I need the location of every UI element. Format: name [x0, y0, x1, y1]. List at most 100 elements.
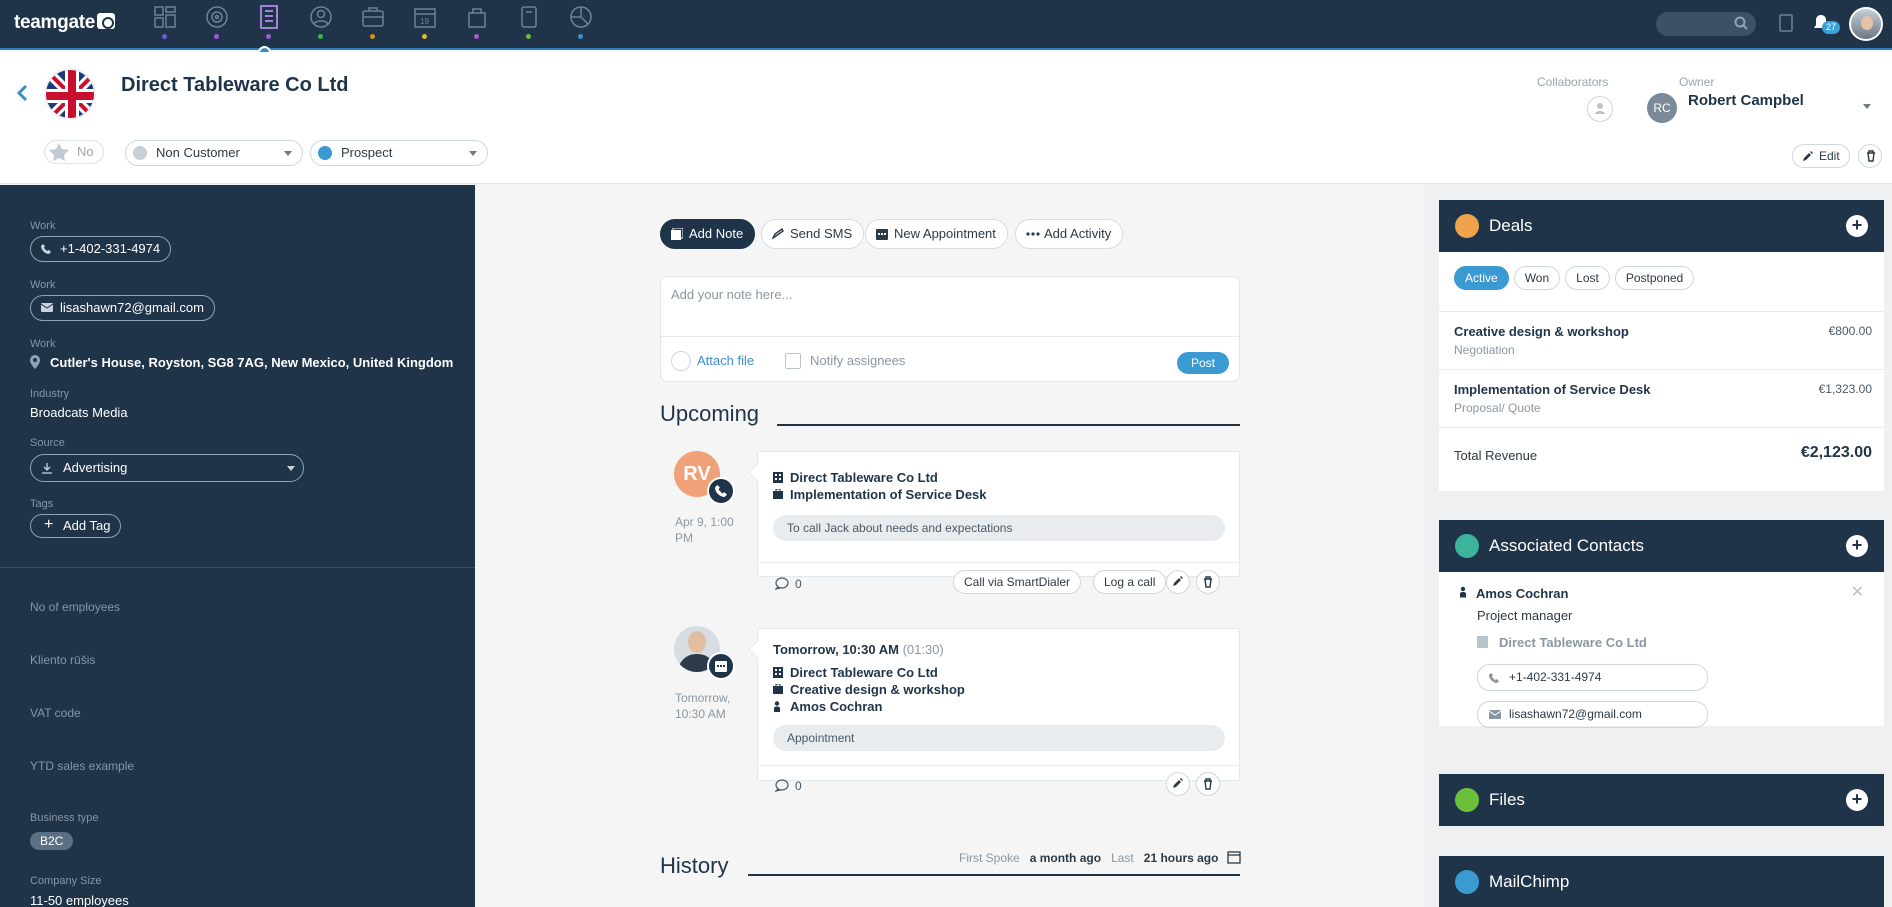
- activity-deal-link[interactable]: Implementation of Service Desk: [773, 487, 987, 502]
- email-field[interactable]: lisashawn72@gmail.com: [30, 295, 215, 321]
- activity-card-appointment: Tomorrow, 10:30 AM (01:30) Direct Tablew…: [757, 628, 1240, 796]
- business-type-badge[interactable]: B2C: [30, 832, 74, 850]
- nav-insights[interactable]: [556, 0, 608, 50]
- source-label: Source: [30, 437, 65, 449]
- stage-value: Prospect: [341, 145, 393, 160]
- favorite-toggle[interactable]: No: [44, 140, 104, 164]
- nav-dashboard[interactable]: [140, 0, 192, 50]
- add-tag-button[interactable]: + Add Tag: [30, 514, 122, 538]
- building-icon: [773, 667, 783, 678]
- nav-contacts[interactable]: [296, 0, 348, 50]
- contact-company[interactable]: Direct Tableware Co Ltd: [1477, 635, 1647, 650]
- contact-phone-field[interactable]: +1-402-331-4974: [1477, 664, 1708, 691]
- tags-label: Tags: [30, 498, 54, 510]
- note-input[interactable]: Add your note here...: [671, 287, 792, 302]
- search-icon[interactable]: [1734, 16, 1748, 30]
- business-type-label: Business type: [30, 812, 99, 824]
- top-navigation-bar: teamgate 19 27: [0, 0, 1892, 50]
- mailchimp-header[interactable]: MailChimp: [1439, 856, 1884, 907]
- sms-icon: [772, 228, 784, 240]
- delete-activity-button[interactable]: [1196, 570, 1220, 594]
- email-value: lisashawn72@gmail.com: [60, 300, 204, 315]
- company-size-value: 11-50 employees: [30, 893, 129, 907]
- comments-count[interactable]: 0: [775, 779, 802, 793]
- new-appointment-button[interactable]: New Appointment: [865, 219, 1008, 249]
- building-icon: [773, 472, 783, 483]
- owner-avatar: RC: [1647, 93, 1677, 123]
- nav-deals[interactable]: [348, 0, 400, 50]
- nav-tasks[interactable]: [452, 0, 504, 50]
- search-input[interactable]: [1656, 12, 1756, 36]
- contact-name[interactable]: Amos Cochran: [1476, 586, 1568, 601]
- checkbox[interactable]: [785, 353, 801, 369]
- add-contact-button[interactable]: +: [1846, 535, 1868, 557]
- tab-postponed[interactable]: Postponed: [1614, 266, 1695, 290]
- post-button[interactable]: Post: [1176, 352, 1229, 374]
- deal-row[interactable]: Creative design & workshop Negotiation €…: [1439, 311, 1884, 369]
- nav-calendar[interactable]: 19: [400, 0, 452, 50]
- phone-field[interactable]: +1-402-331-4974: [30, 236, 172, 262]
- app-logo[interactable]: teamgate: [14, 12, 116, 34]
- remove-contact-close-icon[interactable]: ✕: [1851, 582, 1864, 602]
- customer-status-select[interactable]: Non Customer: [125, 140, 303, 166]
- activity-company-link[interactable]: Direct Tableware Co Ltd: [773, 665, 938, 680]
- tab-won[interactable]: Won: [1513, 266, 1561, 290]
- edit-activity-button[interactable]: [1166, 772, 1190, 796]
- company-logo-flag: [44, 68, 96, 120]
- tab-lost[interactable]: Lost: [1565, 266, 1610, 290]
- attach-file-link[interactable]: Attach file: [671, 351, 754, 371]
- deal-row[interactable]: Implementation of Service Desk Proposal/…: [1439, 369, 1884, 427]
- deal-name[interactable]: Creative design & workshop: [1454, 324, 1629, 339]
- add-note-button[interactable]: Add Note: [660, 219, 756, 249]
- add-file-button[interactable]: +: [1846, 789, 1868, 811]
- call-via-smartdialer-button[interactable]: Call via SmartDialer: [953, 570, 1082, 594]
- nav-reports[interactable]: [504, 0, 556, 50]
- user-avatar[interactable]: [1849, 7, 1883, 41]
- mailchimp-panel: MailChimp: [1439, 856, 1884, 907]
- deal-amount: €1,323.00: [1818, 382, 1872, 396]
- stage-select[interactable]: Prospect: [310, 140, 488, 166]
- deals-tabs: Active Won Lost Postponed: [1454, 266, 1699, 290]
- divider: [758, 765, 1239, 766]
- activity-company-link[interactable]: Direct Tableware Co Ltd: [773, 470, 938, 485]
- activity-contact-link[interactable]: Amos Cochran: [773, 699, 882, 714]
- envelope-icon: [41, 303, 53, 312]
- field-ytd-sales[interactable]: YTD sales example: [30, 759, 134, 773]
- source-select[interactable]: Advertising: [30, 454, 304, 482]
- phone-icon: [1489, 673, 1499, 683]
- address-value[interactable]: Cutler's House, Royston, SG8 7AG, New Me…: [30, 355, 453, 370]
- notify-assignees-checkbox[interactable]: Notify assignees: [785, 353, 905, 369]
- note-icon: [671, 228, 683, 240]
- field-kliento-rusis[interactable]: Kliento rūšis: [30, 653, 95, 667]
- send-sms-button[interactable]: Send SMS: [761, 219, 865, 249]
- calendar-filter-icon[interactable]: [1227, 850, 1241, 864]
- add-collaborator-button[interactable]: [1587, 96, 1613, 122]
- person-icon: [1595, 103, 1605, 114]
- owner-select[interactable]: Robert Campbel: [1688, 92, 1804, 109]
- deal-name[interactable]: Implementation of Service Desk: [1454, 382, 1651, 397]
- contact-email-field[interactable]: lisashawn72@gmail.com: [1477, 701, 1708, 728]
- owner-chevron-down-icon[interactable]: [1863, 104, 1871, 109]
- edit-activity-button[interactable]: [1166, 570, 1190, 594]
- call-type-badge: [707, 477, 735, 505]
- add-activity-button[interactable]: Add Activity: [1015, 219, 1124, 249]
- notifications-bell-icon[interactable]: 27: [1812, 13, 1841, 36]
- field-no-of-employees[interactable]: No of employees: [30, 600, 120, 614]
- contact-role: Project manager: [1477, 608, 1573, 623]
- tab-active[interactable]: Active: [1454, 266, 1509, 290]
- activity-deal-link[interactable]: Creative design & workshop: [773, 682, 965, 697]
- document-icon[interactable]: [1778, 13, 1794, 36]
- edit-button[interactable]: Edit: [1792, 144, 1850, 168]
- delete-button[interactable]: [1858, 144, 1882, 168]
- company-name: Direct Tableware Co Ltd: [121, 74, 349, 96]
- field-vat-code[interactable]: VAT code: [30, 706, 81, 720]
- trash-icon: [1867, 150, 1875, 162]
- delete-activity-button[interactable]: [1196, 772, 1220, 796]
- log-a-call-button[interactable]: Log a call: [1093, 570, 1167, 594]
- back-chevron-icon[interactable]: [16, 84, 28, 102]
- nav-companies[interactable]: [244, 0, 296, 50]
- comments-count[interactable]: 0: [775, 577, 802, 591]
- nav-leads[interactable]: [192, 0, 244, 50]
- add-deal-button[interactable]: +: [1846, 215, 1868, 237]
- divider: [758, 562, 1239, 563]
